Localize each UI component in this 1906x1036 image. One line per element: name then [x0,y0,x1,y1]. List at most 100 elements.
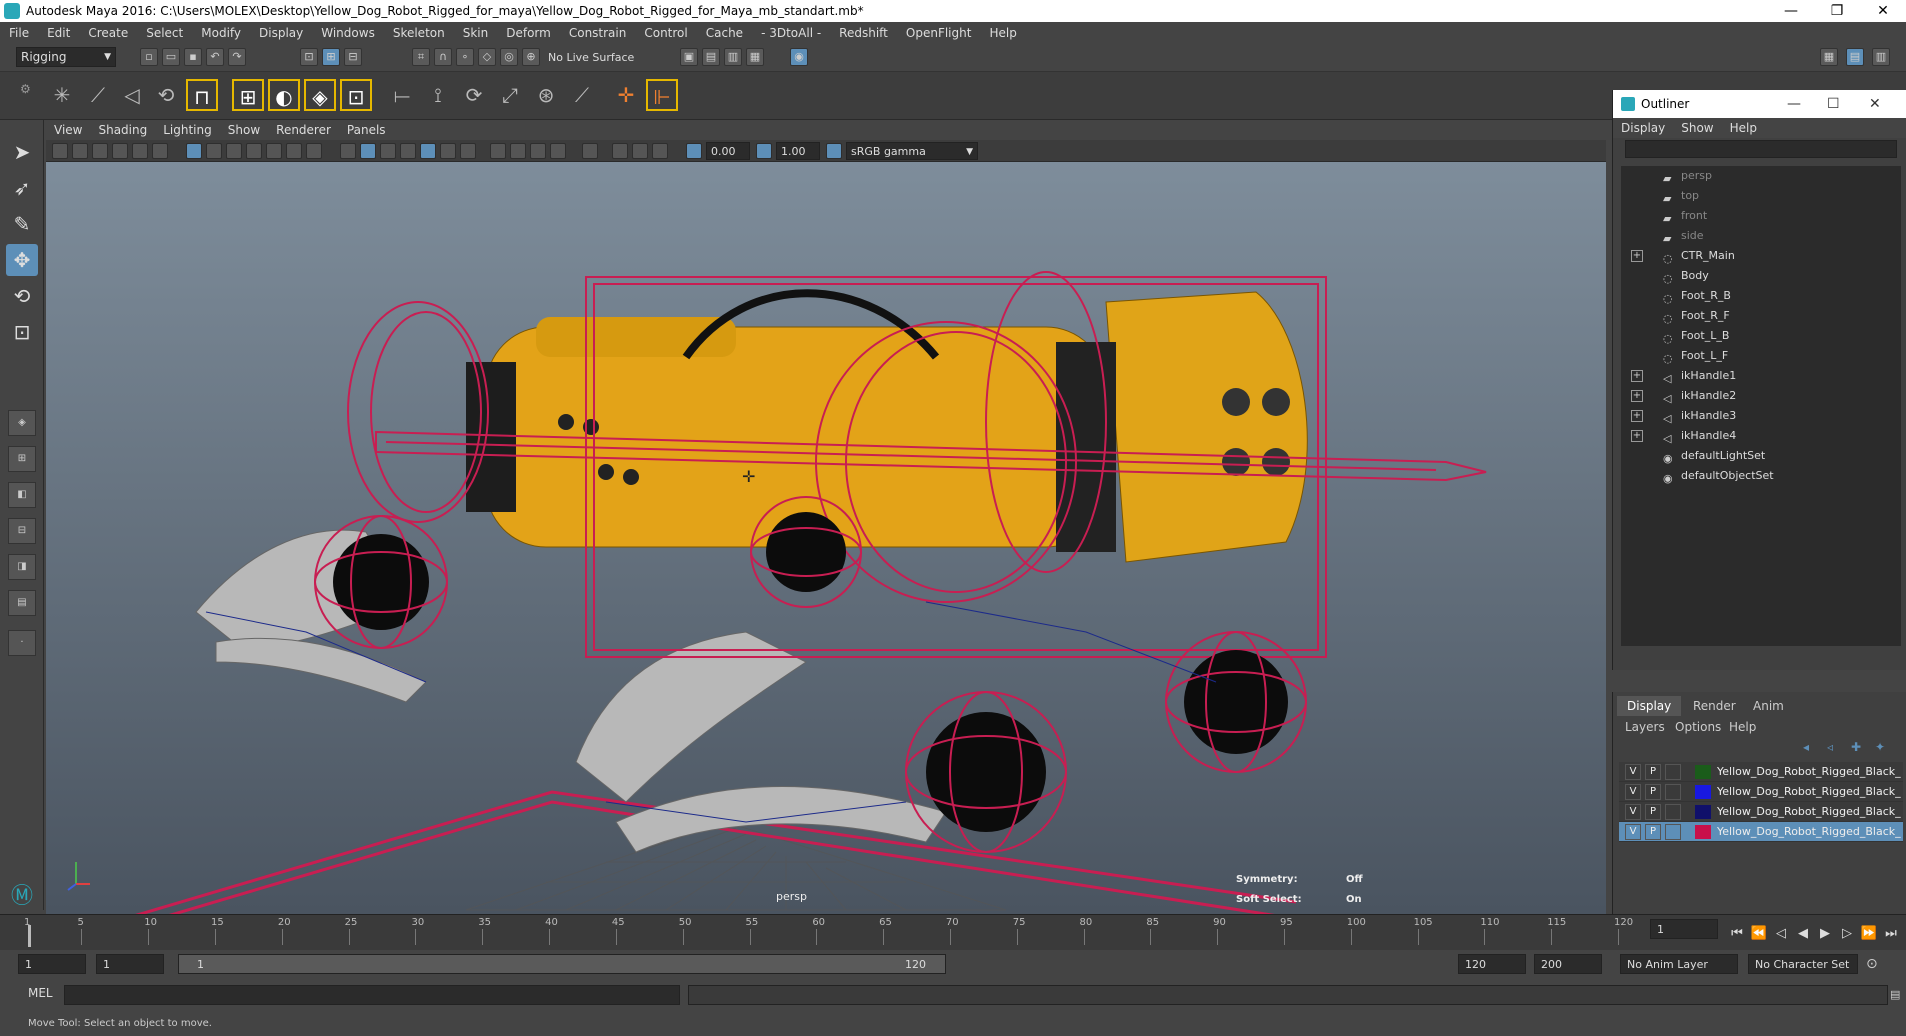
xray-icon[interactable] [612,143,628,159]
multisample-aa-icon[interactable] [530,143,546,159]
layer-move-down-icon[interactable]: ◃ [1827,740,1833,754]
time-slider[interactable]: 1 5 10 15 20 25 30 35 40 45 50 55 60 65 70 75 80 85 90 95 10… [0,914,1906,950]
redo-icon[interactable]: ↷ [228,48,246,66]
live-surface-label[interactable]: No Live Surface [548,48,658,68]
redshift-render-view-icon[interactable]: ◉ [790,48,808,66]
layer-visibility-toggle[interactable]: V [1625,824,1641,840]
outliner-item[interactable]: + ◁ ikHandle3 [1621,406,1891,426]
viewport-menu-view[interactable]: View [46,123,90,137]
cluster-icon[interactable]: ⊩ [646,79,678,111]
persp-outliner-layout-icon[interactable]: ◧ [8,482,36,508]
locator-icon[interactable]: ✛ [610,79,642,111]
auto-key-icon[interactable]: ⊙ [1866,956,1878,972]
use-all-lights-icon[interactable] [440,143,456,159]
layer-playback-toggle[interactable]: P [1645,784,1661,800]
point-constraint-icon[interactable]: ⟟ [422,79,454,111]
menu-3dtoall[interactable]: - 3DtoAll - [752,26,830,40]
menu-select[interactable]: Select [137,26,192,40]
layout-channel-box-icon[interactable]: ▥ [1872,48,1890,66]
menu-modify[interactable]: Modify [192,26,250,40]
field-chart-icon[interactable] [266,143,282,159]
gate-mask-icon[interactable] [246,143,262,159]
close-button[interactable]: ✕ [1860,0,1906,22]
select-tool-icon[interactable]: ➤ [6,136,38,168]
isolate-select-icon[interactable] [582,143,598,159]
layer-tab-anim[interactable]: Anim [1743,696,1794,716]
smooth-bind-icon[interactable]: ◐ [268,79,300,111]
outliner-close-button[interactable]: ✕ [1869,90,1881,118]
open-scene-icon[interactable]: ▭ [162,48,180,66]
grease-pencil-icon[interactable] [152,143,168,159]
layer-playback-toggle[interactable]: P [1645,824,1661,840]
outliner-item[interactable]: ◉ defaultObjectSet [1621,466,1891,486]
layer-color-swatch[interactable] [1695,825,1711,839]
render-settings-icon[interactable]: ▥ [724,48,742,66]
perspective-viewport[interactable]: ✛ persp Symmetry: Off Soft Select: On [46,162,1606,914]
outliner-item[interactable]: ◌ Body [1621,266,1891,286]
aim-constraint-icon[interactable]: ⊛ [530,79,562,111]
make-live-icon[interactable]: ◎ [500,48,518,66]
current-frame-field[interactable]: 1 [1650,919,1718,939]
joint-tool-icon[interactable]: ✳ [46,79,78,111]
scale-constraint-icon[interactable]: ⤢ [494,79,526,111]
menu-skin[interactable]: Skin [454,26,498,40]
outliner-item[interactable]: ◌ Foot_R_B [1621,286,1891,306]
paint-weights-icon[interactable]: ◈ [304,79,336,111]
snap-together-icon[interactable]: ⊕ [522,48,540,66]
expand-icon[interactable]: + [1631,430,1643,442]
layer-color-swatch[interactable] [1695,785,1711,799]
smooth-shade-icon[interactable] [360,143,376,159]
persp-graph-layout-icon[interactable]: ⊟ [8,518,36,544]
resolution-gate-icon[interactable] [226,143,242,159]
exposure-icon[interactable] [686,143,702,159]
outliner-item[interactable]: ▰ side [1621,226,1891,246]
menu-deform[interactable]: Deform [497,26,560,40]
grid-toggle-icon[interactable] [186,143,202,159]
save-scene-icon[interactable]: ▪ [184,48,202,66]
layer-menu-layers[interactable]: Layers [1625,720,1665,734]
textured-icon[interactable] [420,143,436,159]
use-default-material-icon[interactable] [380,143,396,159]
move-tool-icon[interactable]: ✥ [6,244,38,276]
snap-view-plane-icon[interactable]: ◇ [478,48,496,66]
select-by-component-icon[interactable]: ⊟ [344,48,362,66]
viewport-menu-show[interactable]: Show [220,123,268,137]
edit-weights-icon[interactable]: ⊡ [340,79,372,111]
outliner-item[interactable]: ◌ Foot_R_F [1621,306,1891,326]
layer-visibility-toggle[interactable]: V [1625,764,1641,780]
snap-grid-icon[interactable]: ⌗ [412,48,430,66]
four-view-layout-icon[interactable]: ⊞ [8,446,36,472]
layout-outliner-icon[interactable]: ▤ [1846,48,1864,66]
viewport-menu-renderer[interactable]: Renderer [268,123,339,137]
safe-action-icon[interactable] [286,143,302,159]
outliner-maximize-button[interactable]: ☐ [1827,90,1840,118]
outliner-item[interactable]: ▰ top [1621,186,1891,206]
parent-constraint-icon[interactable]: ⟝ [386,79,418,111]
range-slider-bar[interactable]: 1 120 [178,954,946,974]
layer-menu-options[interactable]: Options [1675,720,1721,734]
step-forward-icon[interactable]: ⏩ [1860,925,1878,943]
orient-joint-icon[interactable]: ⟲ [150,79,182,111]
layer-visibility-toggle[interactable]: V [1625,784,1641,800]
outliner-item[interactable]: + ◁ ikHandle4 [1621,426,1891,446]
layer-menu-help[interactable]: Help [1729,720,1756,734]
layer-tab-render[interactable]: Render [1683,696,1746,716]
two-d-pan-icon[interactable] [132,143,148,159]
menu-set-dropdown[interactable]: Rigging ▼ [16,47,116,67]
expand-icon[interactable]: + [1631,250,1643,262]
wireframe-on-shaded-icon[interactable] [400,143,416,159]
menu-create[interactable]: Create [79,26,137,40]
bookmark-icon[interactable] [92,143,108,159]
menu-help[interactable]: Help [980,26,1025,40]
viewport-menu-lighting[interactable]: Lighting [155,123,220,137]
layer-row[interactable]: V P Yellow_Dog_Robot_Rigged_Black_R [1619,822,1903,842]
orient-constraint-icon[interactable]: ⟳ [458,79,490,111]
command-language-toggle[interactable]: MEL [28,986,53,1000]
render-current-frame-icon[interactable]: ▣ [680,48,698,66]
expand-icon[interactable]: + [1631,390,1643,402]
viewport-menu-panels[interactable]: Panels [339,123,394,137]
viewport-menu-shading[interactable]: Shading [90,123,155,137]
play-forwards-icon[interactable]: ▶ [1816,925,1834,943]
layer-color-swatch[interactable] [1695,765,1711,779]
layer-row[interactable]: V P Yellow_Dog_Robot_Rigged_Black_R [1619,802,1903,822]
